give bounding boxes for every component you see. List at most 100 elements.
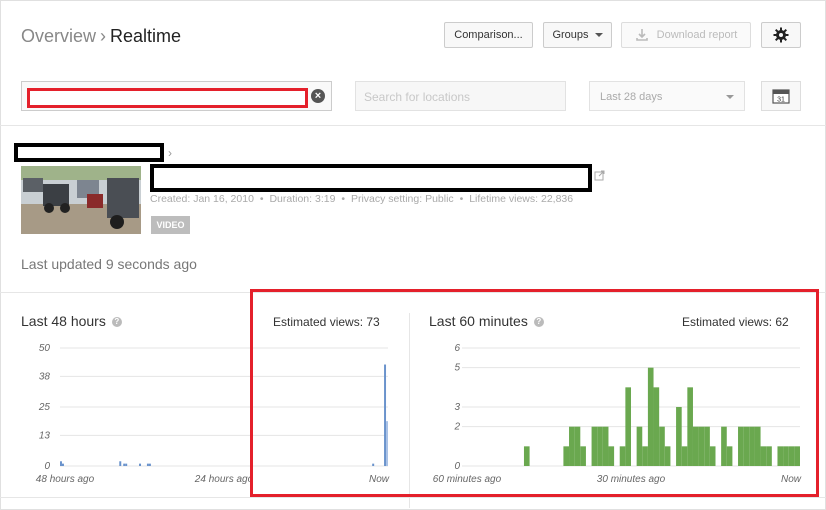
bar[interactable]	[721, 426, 727, 466]
bar[interactable]	[687, 387, 693, 466]
hours-chart: 0 13 25 38 50 48 hours ago 24 hours ago Now	[36, 343, 390, 485]
y-tick-label: 50	[39, 343, 51, 354]
bar[interactable]	[608, 446, 615, 466]
calendar-button[interactable]: 31	[761, 81, 801, 111]
bar[interactable]	[726, 446, 733, 466]
bar[interactable]	[384, 364, 387, 466]
minutes-title: Last 60 minutes	[429, 313, 528, 329]
bar[interactable]	[591, 426, 598, 466]
hours-title: Last 48 hours	[21, 313, 106, 329]
meta-separator: •	[459, 193, 464, 205]
privacy-setting: Privacy setting: Public	[350, 193, 454, 205]
external-link-icon[interactable]	[594, 170, 605, 181]
download-icon	[635, 29, 648, 41]
bar[interactable]	[61, 463, 64, 466]
bar[interactable]	[777, 446, 784, 466]
bar[interactable]	[625, 387, 631, 466]
bar[interactable]	[681, 446, 688, 466]
bar[interactable]	[794, 446, 800, 466]
download-report-button[interactable]: Download report	[621, 22, 751, 48]
groups-button[interactable]: Groups	[543, 22, 612, 48]
comparison-label: Comparison...	[454, 29, 523, 41]
bar[interactable]	[709, 446, 716, 466]
bar[interactable]	[60, 461, 62, 466]
y-tick-label: 5	[454, 363, 460, 374]
bar[interactable]	[754, 426, 761, 466]
breadcrumb: Overview › Realtime	[21, 26, 181, 47]
bar[interactable]	[146, 463, 149, 466]
groups-label: Groups	[552, 29, 589, 41]
bar[interactable]	[664, 446, 671, 466]
bar[interactable]	[698, 426, 705, 466]
bar[interactable]	[580, 446, 586, 466]
clear-icon[interactable]: ×	[311, 89, 325, 103]
x-tick-label: Now	[369, 474, 390, 485]
lifetime-views: Lifetime views: 22,836	[469, 193, 574, 205]
minutes-estimated-views: Estimated views: 62	[682, 315, 789, 329]
video-thumbnail[interactable]	[21, 166, 141, 234]
comparison-button[interactable]: Comparison...	[444, 22, 533, 48]
x-tick-label: 60 minutes ago	[433, 474, 502, 485]
bar[interactable]	[148, 463, 151, 466]
bar[interactable]	[563, 446, 570, 466]
hours-panel-title: Last 48 hours?	[21, 313, 122, 329]
redacted-video-title[interactable]	[150, 164, 592, 192]
bar[interactable]	[766, 446, 772, 466]
bar[interactable]	[119, 461, 122, 466]
y-tick-label: 2	[453, 422, 460, 433]
bar[interactable]	[676, 407, 682, 466]
bar[interactable]	[647, 367, 654, 466]
bar[interactable]	[704, 426, 710, 466]
bar[interactable]	[738, 426, 744, 466]
location-search-input[interactable]: Search for locations	[355, 81, 566, 111]
date-range-select[interactable]: Last 28 days	[589, 81, 745, 111]
divider	[0, 125, 826, 126]
divider	[0, 292, 826, 293]
redacted-channel-name	[14, 143, 164, 162]
last-updated: Last updated 9 seconds ago	[21, 256, 197, 272]
bar[interactable]	[642, 446, 648, 466]
bar[interactable]	[602, 426, 609, 466]
content-search-field[interactable]: ×	[21, 81, 332, 111]
bar[interactable]	[569, 426, 575, 466]
bar[interactable]	[597, 426, 603, 466]
bar[interactable]	[743, 426, 750, 466]
bar[interactable]	[125, 463, 128, 466]
panel-divider	[409, 313, 410, 508]
bar[interactable]	[139, 463, 142, 466]
bar[interactable]	[749, 426, 755, 466]
y-tick-label: 13	[39, 430, 51, 441]
help-icon[interactable]: ?	[111, 317, 122, 328]
bar[interactable]	[659, 426, 665, 466]
calendar-day: 31	[777, 97, 785, 104]
settings-button[interactable]	[761, 22, 801, 48]
bar[interactable]	[760, 446, 767, 466]
bar[interactable]	[386, 421, 388, 466]
page-title: Realtime	[110, 26, 182, 46]
breadcrumb-overview-link[interactable]: Overview	[21, 26, 96, 46]
video-badge: VIDEO	[151, 216, 190, 234]
breadcrumb-separator: ›	[100, 26, 107, 46]
bar[interactable]	[123, 463, 126, 466]
bar[interactable]	[692, 426, 699, 466]
date-range-value: Last 28 days	[600, 91, 663, 103]
bar[interactable]	[372, 463, 375, 466]
bar[interactable]	[788, 446, 795, 466]
help-icon[interactable]: ?	[533, 317, 544, 328]
bar[interactable]	[783, 446, 789, 466]
bar[interactable]	[574, 426, 581, 466]
redacted-search-value	[27, 88, 308, 108]
gear-icon	[773, 27, 789, 43]
hours-estimated-views: Estimated views: 73	[273, 315, 380, 329]
y-tick-label: 6	[454, 343, 460, 354]
y-tick-label: 38	[39, 371, 51, 382]
x-tick-label: Now	[781, 474, 802, 485]
bar[interactable]	[653, 387, 660, 466]
video-meta: Created: Jan 16, 2010 • Duration: 3:19 •…	[150, 193, 573, 205]
chevron-down-icon	[594, 33, 603, 37]
minutes-panel-title: Last 60 minutes?	[429, 313, 544, 329]
bar[interactable]	[636, 426, 643, 466]
bar[interactable]	[523, 446, 530, 466]
bar[interactable]	[619, 446, 626, 466]
chevron-down-icon	[726, 95, 734, 99]
